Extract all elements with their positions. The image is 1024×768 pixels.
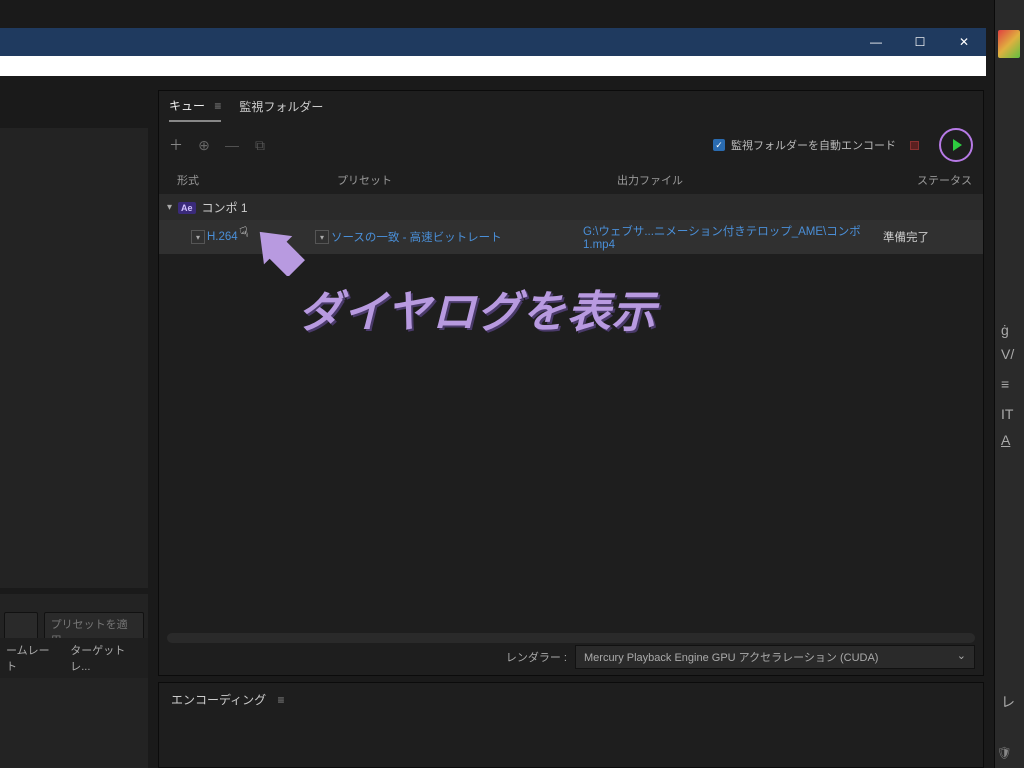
encoding-panel: エンコーディング ≡ [158, 682, 984, 768]
tab-queue[interactable]: キュー ≡ [169, 97, 221, 122]
auto-encode-label: 監視フォルダーを自動エンコード [731, 137, 896, 153]
queue-header-row: 形式 プリセット 出力ファイル ステータス [159, 168, 983, 195]
output-link[interactable]: G:\ウェブサ...ニメーション付きテロップ_AME\コンポ 1.mp4 [583, 223, 883, 251]
tab-menu-icon[interactable]: ≡ [214, 99, 221, 113]
menubar-placeholder [0, 56, 986, 76]
format-dropdown-icon[interactable]: ▾ [191, 230, 205, 244]
horizontal-scrollbar[interactable] [167, 633, 975, 643]
tab-queue-label: キュー [169, 99, 205, 113]
panel-tabs: キュー ≡ 監視フォルダー [159, 91, 983, 122]
comp-row[interactable]: ▾ Ae コンポ 1 [159, 195, 983, 220]
status-text: 準備完了 [883, 229, 969, 245]
text-tool-icon[interactable]: ġ [1001, 322, 1009, 338]
checkbox-checked-icon: ✓ [713, 139, 725, 151]
preset-dropdown-icon[interactable]: ▾ [315, 230, 329, 244]
preset-link[interactable]: ソースの一致 - 高速ビットレート [331, 229, 583, 245]
remove-icon: — [225, 137, 239, 153]
add-comp-icon[interactable]: ⊕ [197, 137, 211, 154]
lines-icon[interactable]: ≡ [1001, 376, 1009, 392]
chevron-down-icon[interactable]: ▾ [167, 202, 172, 213]
stop-button[interactable] [910, 141, 919, 150]
comp-name: コンポ 1 [202, 199, 248, 216]
header-output: 出力ファイル [617, 172, 917, 188]
job-row[interactable]: ▾ H.264 ▾ ソースの一致 - 高速ビットレート G:\ウェブサ...ニメ… [159, 220, 983, 254]
auto-encode-toggle[interactable]: ✓ 監視フォルダーを自動エンコード [713, 137, 896, 153]
encoding-title: エンコーディング [171, 693, 266, 707]
header-preset: プリセット [337, 172, 617, 188]
it-icon[interactable]: IT [1001, 406, 1013, 422]
shield-icon: 🛡 [997, 746, 1012, 760]
window-titlebar: — ☐ ✕ [0, 28, 986, 56]
duplicate-icon: ⧉ [253, 137, 267, 154]
va-icon[interactable]: V/ [1001, 346, 1014, 362]
header-status: ステータス [917, 172, 1003, 188]
start-queue-button[interactable] [939, 128, 973, 162]
tab-watch-folder[interactable]: 監視フォルダー [239, 98, 323, 121]
play-icon [953, 139, 962, 151]
ae-badge: Ae [178, 202, 196, 214]
target-tab[interactable]: ターゲットレ... [64, 638, 148, 678]
renderer-bar: レンダラー : Mercury Playback Engine GPU アクセラ… [167, 645, 975, 669]
maximize-button[interactable]: ☐ [898, 28, 942, 56]
panel-menu-icon[interactable]: ≡ [278, 693, 285, 707]
left-panel-top [0, 128, 148, 588]
header-format: 形式 [177, 172, 337, 188]
renderer-select[interactable]: Mercury Playback Engine GPU アクセラレーション (C… [575, 645, 975, 669]
chevron-down-icon: ⌄ [957, 649, 966, 665]
l-icon[interactable]: レ [1001, 692, 1015, 712]
close-button[interactable]: ✕ [942, 28, 986, 56]
queue-panel: キュー ≡ 監視フォルダー ＋ ⊕ — ⧉ ✓ 監視フォルダーを自動エンコード … [158, 90, 984, 676]
framerate-tab[interactable]: ームレート [0, 638, 64, 678]
renderer-value: Mercury Playback Engine GPU アクセラレーション (C… [584, 649, 878, 665]
minimize-button[interactable]: — [854, 28, 898, 56]
queue-toolbar: ＋ ⊕ — ⧉ ✓ 監視フォルダーを自動エンコード [159, 122, 983, 168]
color-preview [998, 30, 1020, 58]
renderer-label: レンダラー : [506, 649, 567, 665]
format-link[interactable]: H.264 [207, 231, 315, 243]
add-icon[interactable]: ＋ [169, 135, 183, 155]
underline-a-icon[interactable]: A [1001, 432, 1010, 448]
right-sidebar: ġ V/ ≡ IT A レ [994, 0, 1024, 768]
left-tabs: ームレート ターゲットレ... [0, 638, 148, 678]
